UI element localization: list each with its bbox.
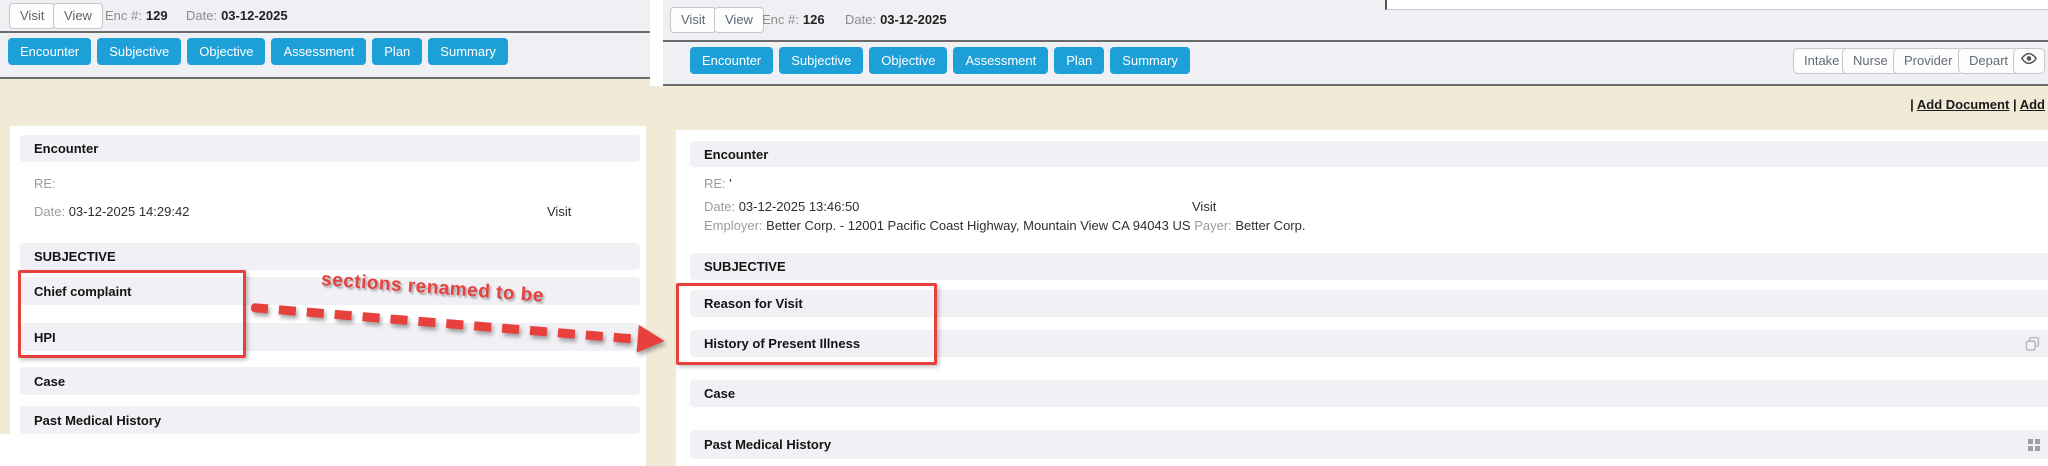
document-links: | Add Document | Add <box>1910 97 2045 112</box>
tab-encounter[interactable]: Encounter <box>8 38 91 65</box>
section-header-subjective[interactable]: SUBJECTIVE <box>690 253 2048 280</box>
add-document-link[interactable]: Add Document <box>1917 97 2009 112</box>
view-button[interactable]: View <box>53 3 103 29</box>
section-case[interactable]: Case <box>690 380 2048 407</box>
tab-subjective[interactable]: Subjective <box>97 38 181 65</box>
right-encounter-toolbar: Visit View Enc #:126 Date:03-12-2025 <box>663 0 2048 42</box>
section-header-subjective[interactable]: SUBJECTIVE <box>20 243 640 270</box>
right-tab-bar: Encounter Subjective Objective Assessmen… <box>663 42 2048 86</box>
right-screenshot: Visit View Enc #:126 Date:03-12-2025 Enc… <box>663 0 2048 466</box>
section-past-medical-history[interactable]: Past Medical History <box>20 406 640 434</box>
tab-encounter[interactable]: Encounter <box>690 47 773 74</box>
provider-button[interactable]: Provider <box>1893 48 1963 74</box>
tab-objective[interactable]: Objective <box>187 38 265 65</box>
tab-summary[interactable]: Summary <box>1110 47 1190 74</box>
section-label: History of Present Illness <box>704 336 860 351</box>
enc-date: Date:03-12-2025 <box>845 12 947 27</box>
visit-type-label: Visit <box>547 204 571 219</box>
re-line: RE: <box>34 176 56 191</box>
re-line: RE: ' <box>704 176 732 191</box>
tab-subjective[interactable]: Subjective <box>779 47 863 74</box>
tab-summary[interactable]: Summary <box>428 38 508 65</box>
add-link[interactable]: Add <box>2020 97 2045 112</box>
enc-number: Enc #:126 <box>762 12 825 27</box>
section-label: Past Medical History <box>704 437 831 452</box>
enc-number: Enc #:129 <box>105 8 168 23</box>
tab-assessment[interactable]: Assessment <box>953 47 1048 74</box>
employer-line: Employer: Better Corp. - 12001 Pacific C… <box>704 218 1305 233</box>
date-line: Date: 03-12-2025 14:29:42 <box>34 204 189 219</box>
left-note-panel: Encounter RE: Date: 03-12-2025 14:29:42 … <box>10 126 650 434</box>
eye-icon <box>2020 52 2038 65</box>
tab-plan[interactable]: Plan <box>1054 47 1104 74</box>
enc-date: Date:03-12-2025 <box>186 8 288 23</box>
overlapping-window-edge <box>1385 0 2048 10</box>
section-hpi[interactable]: HPI <box>20 323 640 351</box>
section-history-of-present-illness[interactable]: History of Present Illness <box>690 330 2048 357</box>
left-screenshot: Visit View Enc #:129 Date:03-12-2025 Enc… <box>0 0 650 434</box>
date-line: Date: 03-12-2025 13:46:50 <box>704 199 859 214</box>
left-encounter-toolbar: Visit View Enc #:129 Date:03-12-2025 <box>0 0 650 33</box>
tab-plan[interactable]: Plan <box>372 38 422 65</box>
right-note-panel: Encounter RE: ' Date: 03-12-2025 13:46:5… <box>676 130 2048 466</box>
preview-button[interactable] <box>2013 48 2045 74</box>
grid-drag-icon[interactable] <box>2028 439 2040 451</box>
view-button[interactable]: View <box>714 7 764 33</box>
tab-assessment[interactable]: Assessment <box>271 38 366 65</box>
section-chief-complaint[interactable]: Chief complaint <box>20 277 640 305</box>
visit-type-label: Visit <box>1192 199 1216 214</box>
visit-button[interactable]: Visit <box>670 7 716 33</box>
section-past-medical-history[interactable]: Past Medical History <box>690 430 2048 459</box>
copy-icon[interactable] <box>2025 336 2040 351</box>
comparison-canvas: Visit View Enc #:129 Date:03-12-2025 Enc… <box>0 0 2048 466</box>
depart-button[interactable]: Depart <box>1958 48 2019 74</box>
section-header-encounter[interactable]: Encounter <box>690 141 2048 167</box>
section-header-encounter[interactable]: Encounter <box>20 135 640 162</box>
tab-objective[interactable]: Objective <box>869 47 947 74</box>
visit-button[interactable]: Visit <box>9 3 55 29</box>
left-tab-bar: Encounter Subjective Objective Assessmen… <box>0 33 650 79</box>
link-separator: | <box>1910 97 1914 112</box>
link-separator: | <box>2013 97 2017 112</box>
nurse-button[interactable]: Nurse <box>1842 48 1899 74</box>
section-case[interactable]: Case <box>20 367 640 395</box>
section-reason-for-visit[interactable]: Reason for Visit <box>690 290 2048 317</box>
